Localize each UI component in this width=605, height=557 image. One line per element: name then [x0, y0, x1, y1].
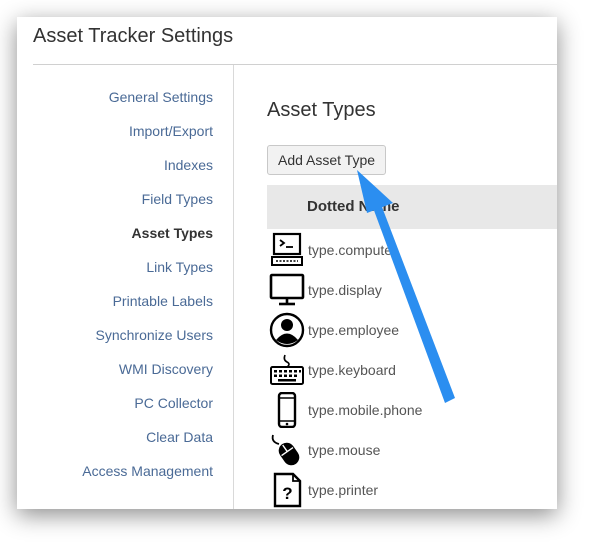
sidebar-item-printable-labels[interactable]: Printable Labels	[113, 293, 213, 309]
section-title: Asset Types	[267, 99, 376, 121]
sidebar-item-pc-collector[interactable]: PC Collector	[134, 395, 213, 411]
column-header-dotted-name[interactable]: Dotted Name	[307, 198, 400, 215]
asset-type-name[interactable]: type.mobile.phone	[308, 402, 422, 418]
table-row[interactable]: type.keyboard	[267, 350, 557, 390]
asset-type-name[interactable]: type.display	[308, 282, 382, 298]
table-row[interactable]: type.mouse	[267, 430, 557, 470]
printer-icon: ?	[273, 472, 302, 508]
asset-type-name[interactable]: type.keyboard	[308, 362, 396, 378]
keyboard-icon	[270, 354, 304, 385]
sidebar-item-wmi-discovery[interactable]: WMI Discovery	[119, 361, 213, 377]
sidebar-item-asset-types[interactable]: Asset Types	[132, 225, 213, 241]
asset-types-content: Asset Types Add Asset Type Dotted Name t…	[234, 65, 557, 509]
table-header: Dotted Name	[267, 185, 557, 229]
asset-type-name[interactable]: type.computer	[308, 242, 397, 258]
table-row[interactable]: ? type.printer	[267, 470, 557, 509]
mouse-icon	[271, 434, 300, 466]
asset-type-name[interactable]: type.printer	[308, 482, 378, 498]
page-title: Asset Tracker Settings	[33, 25, 234, 47]
asset-type-name[interactable]: type.mouse	[308, 442, 380, 458]
display-icon	[269, 273, 305, 306]
sidebar-item-link-types[interactable]: Link Types	[146, 259, 213, 275]
add-asset-type-button[interactable]: Add Asset Type	[267, 145, 387, 175]
table-row[interactable]: type.display	[267, 270, 557, 310]
employee-icon	[269, 312, 305, 348]
asset-type-name[interactable]: type.employee	[308, 322, 399, 338]
settings-sidebar: General Settings Import/Export Indexes F…	[17, 65, 234, 509]
sidebar-item-clear-data[interactable]: Clear Data	[146, 429, 213, 445]
table-row[interactable]: type.employee	[267, 310, 557, 350]
svg-text:?: ?	[282, 484, 292, 503]
table-row[interactable]: type.mobile.phone	[267, 390, 557, 430]
sidebar-item-field-types[interactable]: Field Types	[142, 191, 213, 207]
settings-panel: Asset Tracker Settings General Settings …	[17, 17, 557, 509]
sidebar-item-general-settings[interactable]: General Settings	[109, 89, 213, 105]
mobile-phone-icon	[277, 392, 297, 428]
sidebar-item-synchronize-users[interactable]: Synchronize Users	[96, 327, 214, 343]
computer-icon	[271, 232, 303, 266]
table-row[interactable]: type.computer	[267, 230, 557, 270]
sidebar-item-access-management[interactable]: Access Management	[82, 463, 213, 479]
sidebar-item-import-export[interactable]: Import/Export	[129, 123, 213, 139]
sidebar-item-indexes[interactable]: Indexes	[164, 157, 213, 173]
